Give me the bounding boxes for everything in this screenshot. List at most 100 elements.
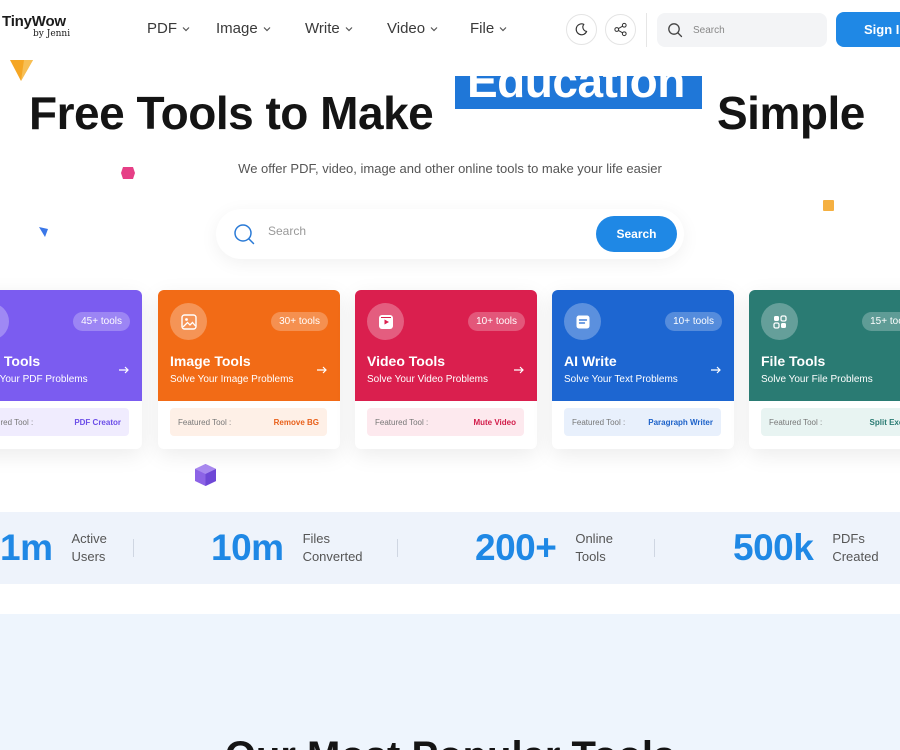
triangle-decoration-icon [10, 60, 33, 81]
card-icon-circle [367, 303, 404, 340]
header-divider [646, 13, 647, 47]
hero-search-input[interactable] [268, 224, 568, 238]
card-header: 30+ tools Image Tools Solve Your Image P… [158, 290, 340, 401]
card-subtitle: Solve Your Text Problems [564, 374, 678, 385]
cube-decoration-icon [195, 464, 216, 486]
arrow-right-icon [119, 366, 129, 374]
document-icon [576, 315, 589, 328]
card-title: AI Write [564, 353, 617, 369]
share-icon [614, 22, 627, 37]
stat-number: 1m [0, 527, 53, 568]
share-button[interactable] [605, 14, 636, 45]
nav-item-video[interactable]: Video [387, 20, 439, 37]
nav-item-write[interactable]: Write [305, 20, 354, 37]
hero-title: Education Free Tools to Make Simple [0, 76, 900, 142]
card-header: 45+ tools PDF Tools Solve Your PDF Probl… [0, 290, 142, 401]
stat-pdfs-created: 500k PDFs Created [733, 512, 879, 584]
stat-label: Files Converted [302, 531, 363, 564]
tool-count-badge: 30+ tools [271, 312, 328, 331]
nav-label: File [470, 20, 495, 37]
highlight-word: Education [467, 76, 685, 107]
nav-label: PDF [147, 20, 177, 37]
logo-byline: by Jenni [33, 29, 71, 39]
dark-mode-toggle[interactable] [566, 14, 597, 45]
card-title: PDF Tools [0, 353, 41, 369]
card-ai-write[interactable]: 10+ tools AI Write Solve Your Text Probl… [552, 290, 734, 449]
featured-tool-link[interactable]: Featured Tool : PDF Creator [0, 408, 129, 436]
signin-button[interactable]: Sign In [836, 12, 900, 47]
stat-number: 500k [733, 527, 814, 568]
stat-active-users: 1m Active Users [0, 512, 107, 584]
card-icon-circle [0, 303, 9, 340]
card-subtitle: Solve Your File Problems [761, 374, 873, 385]
card-pdf-tools[interactable]: 45+ tools PDF Tools Solve Your PDF Probl… [0, 290, 142, 449]
nav-label: Write [305, 20, 340, 37]
card-image-tools[interactable]: 30+ tools Image Tools Solve Your Image P… [158, 290, 340, 449]
card-file-tools[interactable]: 15+ tools File Tools Solve Your File Pro… [749, 290, 900, 449]
square-decoration-icon [823, 200, 834, 211]
popular-tools-section [0, 614, 900, 750]
arrow-right-icon [317, 366, 327, 374]
header-search-input[interactable] [693, 24, 813, 36]
tool-count-badge: 10+ tools [665, 312, 722, 331]
video-icon [378, 314, 393, 329]
stat-online-tools: 200+ Online Tools [475, 512, 613, 584]
arrow-right-icon [514, 366, 524, 374]
card-title: File Tools [761, 353, 826, 369]
stats-bar: 1m Active Users 10m Files Converted 200+… [0, 512, 900, 584]
stat-divider [654, 539, 655, 557]
hero-search: Search [216, 209, 684, 259]
featured-label: Featured Tool : [572, 417, 626, 427]
nav-item-image[interactable]: Image [216, 20, 272, 37]
featured-label: Featured Tool : [178, 417, 232, 427]
card-subtitle: Solve Your PDF Problems [0, 374, 88, 385]
stat-label: Active Users [71, 531, 107, 564]
card-icon-circle [170, 303, 207, 340]
stat-label: PDFs Created [832, 531, 879, 564]
chevron-down-icon [263, 26, 271, 31]
featured-tool-link[interactable]: Featured Tool : Paragraph Writer [564, 408, 721, 436]
logo-text-tiny: Tiny [2, 13, 32, 30]
featured-value: PDF Creator [74, 417, 121, 427]
tool-count-badge: 10+ tools [468, 312, 525, 331]
featured-label: Featured Tool : [0, 417, 34, 427]
file-icon [772, 314, 787, 329]
header-search [657, 13, 827, 47]
stat-divider [133, 539, 134, 557]
stat-label: Online Tools [575, 531, 613, 564]
card-video-tools[interactable]: 10+ tools Video Tools Solve Your Video P… [355, 290, 537, 449]
featured-label: Featured Tool : [375, 417, 429, 427]
hero-subtitle: We offer PDF, video, image and other onl… [238, 161, 662, 176]
card-icon-circle [761, 303, 798, 340]
featured-value: Mute Video [473, 417, 516, 427]
card-title: Video Tools [367, 353, 446, 369]
small-triangle-decoration-icon [39, 227, 48, 237]
highlight-word-box: Education [455, 76, 702, 109]
card-subtitle: Solve Your Video Problems [367, 374, 489, 385]
featured-tool-link[interactable]: Featured Tool : Split Excel [761, 408, 900, 436]
nav-label: Video [387, 20, 426, 37]
card-header: 15+ tools File Tools Solve Your File Pro… [749, 290, 900, 401]
card-subtitle: Solve Your Image Problems [170, 374, 294, 385]
site-header: TinyWow by Jenni PDF Image Write Video F… [0, 0, 900, 60]
featured-label: Featured Tool : [769, 417, 823, 427]
stat-number: 10m [211, 527, 284, 568]
arrow-right-icon [711, 366, 721, 374]
logo-text-wow: Wow [31, 13, 66, 30]
image-icon [180, 313, 197, 330]
card-header: 10+ tools Video Tools Solve Your Video P… [355, 290, 537, 401]
tinywow-logo[interactable]: TinyWow by Jenni [2, 14, 70, 39]
hero-search-button[interactable]: Search [596, 216, 677, 252]
chevron-down-icon [430, 26, 438, 31]
card-header: 10+ tools AI Write Solve Your Text Probl… [552, 290, 734, 401]
featured-tool-link[interactable]: Featured Tool : Mute Video [367, 408, 524, 436]
featured-value: Remove BG [273, 417, 319, 427]
nav-item-file[interactable]: File [470, 20, 508, 37]
nav-item-pdf[interactable]: PDF [147, 20, 191, 37]
stat-number: 200+ [475, 527, 557, 568]
featured-value: Split Excel [869, 417, 900, 427]
featured-value: Paragraph Writer [648, 417, 713, 427]
featured-tool-link[interactable]: Featured Tool : Remove BG [170, 408, 327, 436]
chevron-down-icon [182, 26, 190, 31]
tool-count-badge: 45+ tools [73, 312, 130, 331]
